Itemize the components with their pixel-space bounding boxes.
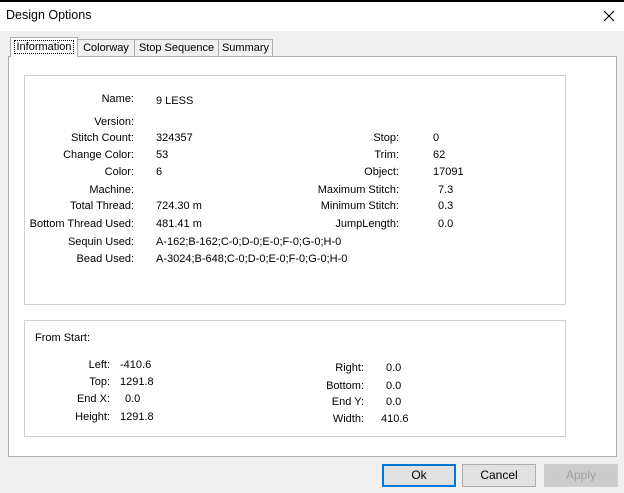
sequin-used-label: Sequin Used:	[67, 236, 134, 248]
stop-label: Stop:	[373, 132, 399, 144]
sequin-used-value: A-162;B-162;C-0;D-0;E-0;F-0;G-0;H-0	[156, 236, 342, 248]
end-x-label: End X:	[76, 393, 110, 405]
change-color-label: Change Color:	[63, 149, 134, 161]
bottom-value: 0.0	[386, 380, 402, 392]
left-value: -410.6	[120, 359, 152, 371]
width-value: 410.6	[381, 413, 409, 425]
jump-length-value: 0.0	[438, 218, 454, 230]
trim-label: Trim:	[374, 149, 399, 161]
total-thread-label: Total Thread:	[69, 200, 134, 212]
stitch-count-label: Stitch Count:	[71, 132, 134, 144]
machine-label: Machine:	[89, 184, 134, 196]
height-label: Height:	[75, 411, 110, 423]
object-label: Object:	[364, 166, 399, 178]
from-start-heading: From Start:	[35, 332, 91, 344]
top-value: 1291.8	[120, 376, 154, 388]
stitch-count-value: 324357	[156, 132, 193, 144]
maximum-stitch-label: Maximum Stitch:	[317, 184, 399, 196]
information-tab-page: Name: 9 LESS Version: Stitch Count: 3243…	[8, 56, 617, 457]
window-title: Design Options	[6, 8, 92, 22]
bottom-thread-value: 481.41 m	[156, 218, 202, 230]
name-label: Name:	[101, 93, 134, 105]
title-bar: Design Options	[0, 2, 624, 31]
bead-used-value: A-3024;B-648;C-0;D-0;E-0;F-0;G-0;H-0	[156, 253, 348, 265]
right-value: 0.0	[386, 362, 402, 374]
tab-information[interactable]: Information	[10, 37, 78, 57]
bottom-thread-label: Bottom Thread Used:	[29, 218, 134, 230]
cancel-button[interactable]: Cancel	[462, 464, 536, 487]
end-y-value: 0.0	[386, 396, 402, 408]
design-info-group: Name: 9 LESS Version: Stitch Count: 3243…	[24, 75, 566, 305]
object-value: 17091	[433, 166, 464, 178]
minimum-stitch-label: Minimum Stitch:	[320, 200, 399, 212]
end-y-label: End Y:	[331, 396, 364, 408]
stop-value: 0	[433, 132, 440, 144]
height-value: 1291.8	[120, 411, 154, 423]
bead-used-label: Bead Used:	[76, 253, 134, 265]
color-value: 6	[156, 166, 163, 178]
tab-summary[interactable]: Summary	[218, 39, 273, 57]
minimum-stitch-value: 0.3	[438, 200, 454, 212]
trim-value: 62	[433, 149, 446, 161]
tab-stop-sequence[interactable]: Stop Sequence	[134, 39, 219, 57]
ok-button[interactable]: Ok	[382, 464, 456, 487]
close-icon[interactable]	[598, 6, 620, 26]
tab-colorway[interactable]: Colorway	[77, 39, 135, 57]
color-label: Color:	[104, 166, 134, 178]
width-label: Width:	[332, 413, 364, 425]
design-options-window: Design Options Information Colorway Stop…	[0, 2, 624, 493]
jump-length-label: JumpLength:	[335, 218, 399, 230]
total-thread-value: 724.30 m	[156, 200, 202, 212]
version-label: Version:	[94, 116, 134, 128]
end-x-value: 0.0	[125, 393, 141, 405]
bottom-label: Bottom:	[326, 380, 364, 392]
name-value: 9 LESS	[156, 95, 194, 107]
left-label: Left:	[88, 359, 110, 371]
from-start-group: From Start: Left: -410.6 Top: 1291.8 End…	[24, 320, 566, 437]
apply-button[interactable]: Apply	[544, 464, 618, 487]
maximum-stitch-value: 7.3	[438, 184, 454, 196]
right-label: Right:	[335, 362, 364, 374]
top-label: Top:	[89, 376, 110, 388]
change-color-value: 53	[156, 149, 169, 161]
